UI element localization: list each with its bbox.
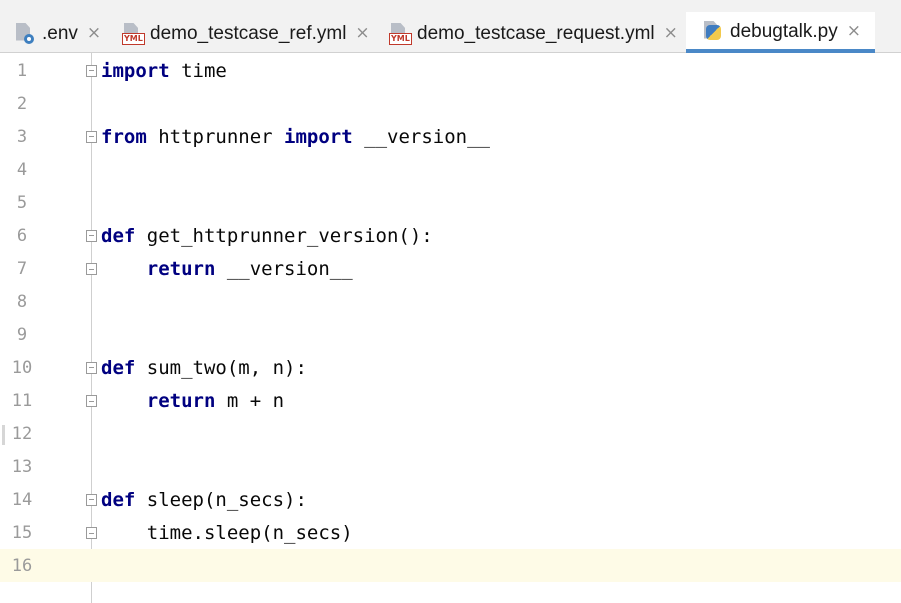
code-line[interactable]: 3 from httprunner import __version__ xyxy=(0,120,901,153)
keyword-token: def xyxy=(101,488,136,511)
code-line[interactable]: 6 def get_httprunner_version(): xyxy=(0,219,901,252)
line-number: 15 xyxy=(11,522,33,543)
tab-demo-testcase-request[interactable]: YML demo_testcase_request.yml × xyxy=(389,12,679,53)
yml-file-icon: YML xyxy=(122,22,145,46)
code-line[interactable]: 15 time.sleep(n_secs) xyxy=(0,516,901,549)
line-number: 13 xyxy=(11,456,33,477)
code-token: __version__ xyxy=(215,257,353,280)
code-line[interactable]: 10 def sum_two(m, n): xyxy=(0,351,901,384)
line-number: 12 xyxy=(11,423,33,444)
code-token: get_httprunner_version(): xyxy=(135,224,433,247)
code-line[interactable]: 5 xyxy=(0,186,901,219)
fold-open-icon[interactable] xyxy=(86,361,97,374)
code-text: def get_httprunner_version(): xyxy=(101,225,433,247)
code-text: time.sleep(n_secs) xyxy=(101,522,353,544)
tab-env[interactable]: .env × xyxy=(14,12,114,53)
close-icon[interactable]: × xyxy=(87,25,101,42)
tab-label: demo_testcase_request.yml xyxy=(417,22,655,44)
code-text: from httprunner import __version__ xyxy=(101,126,490,148)
code-line[interactable]: 13 xyxy=(0,450,901,483)
keyword-token: import xyxy=(284,125,353,148)
fold-end-icon[interactable] xyxy=(86,526,97,539)
fold-end-icon[interactable] xyxy=(86,394,97,407)
close-icon[interactable]: × xyxy=(847,23,861,40)
code-text: import time xyxy=(101,60,227,82)
tab-label: .env xyxy=(42,22,78,44)
line-number: 9 xyxy=(16,324,28,345)
line-number: 5 xyxy=(16,192,28,213)
line-number: 1 xyxy=(16,60,28,81)
keyword-token: def xyxy=(101,356,136,379)
code-token: time.sleep(n_secs) xyxy=(101,521,353,544)
env-file-icon xyxy=(14,22,36,46)
code-line[interactable]: 11 return m + n xyxy=(0,384,901,417)
keyword-token: from xyxy=(101,125,147,148)
line-number: 11 xyxy=(11,390,33,411)
line-number: 2 xyxy=(16,93,28,114)
code-token: sleep(n_secs): xyxy=(135,488,307,511)
fold-open-icon[interactable] xyxy=(86,229,97,242)
code-editor[interactable]: 1 import time 2 3 from httprunner import __v… xyxy=(0,53,901,603)
editor-tab-bar: .env × YML demo_testcase_ref.yml × YML d… xyxy=(0,0,901,53)
yml-file-icon: YML xyxy=(389,22,412,46)
fold-end-icon[interactable] xyxy=(86,262,97,275)
code-line[interactable]: 12 xyxy=(0,417,901,450)
tab-demo-testcase-ref[interactable]: YML demo_testcase_ref.yml × xyxy=(122,12,372,53)
code-line[interactable]: 9 xyxy=(0,318,901,351)
line-number: 7 xyxy=(16,258,28,279)
yml-badge: YML xyxy=(389,32,412,45)
fold-open-icon[interactable] xyxy=(86,493,97,506)
line-number: 3 xyxy=(16,126,28,147)
code-text: return m + n xyxy=(101,390,284,412)
keyword-token: return xyxy=(146,389,216,412)
python-file-icon xyxy=(702,20,724,44)
fold-open-icon[interactable] xyxy=(86,130,97,143)
line-number: 10 xyxy=(11,357,33,378)
code-token: m + n xyxy=(215,389,285,412)
code-token: httprunner xyxy=(146,125,285,148)
close-icon[interactable]: × xyxy=(355,25,369,42)
code-line[interactable]: 8 xyxy=(0,285,901,318)
keyword-token: import xyxy=(101,59,170,82)
line-number: 4 xyxy=(16,159,28,180)
line-number: 6 xyxy=(16,225,28,246)
code-line[interactable]: 4 xyxy=(0,153,901,186)
keyword-token: return xyxy=(146,257,216,280)
close-icon[interactable]: × xyxy=(664,25,678,42)
keyword-token: def xyxy=(101,224,136,247)
yml-badge: YML xyxy=(122,32,145,45)
code-line[interactable]: 2 xyxy=(0,87,901,120)
line-number: 14 xyxy=(11,489,33,510)
code-token: sum_two(m, n): xyxy=(135,356,307,379)
code-line[interactable]: 7 return __version__ xyxy=(0,252,901,285)
code-text: return __version__ xyxy=(101,258,353,280)
fold-open-icon[interactable] xyxy=(86,64,97,77)
code-text: def sleep(n_secs): xyxy=(101,489,307,511)
line-number: 8 xyxy=(16,291,28,312)
code-token: time xyxy=(169,59,227,82)
code-text: def sum_two(m, n): xyxy=(101,357,307,379)
code-line[interactable]: 1 import time xyxy=(0,54,901,87)
code-line[interactable]: 16 xyxy=(0,549,901,582)
tab-debugtalk-py[interactable]: debugtalk.py × xyxy=(686,12,875,53)
line-number: 16 xyxy=(11,555,33,576)
tab-label: debugtalk.py xyxy=(730,20,838,42)
code-line[interactable]: 14 def sleep(n_secs): xyxy=(0,483,901,516)
tab-label: demo_testcase_ref.yml xyxy=(150,22,347,44)
code-token: __version__ xyxy=(352,125,490,148)
